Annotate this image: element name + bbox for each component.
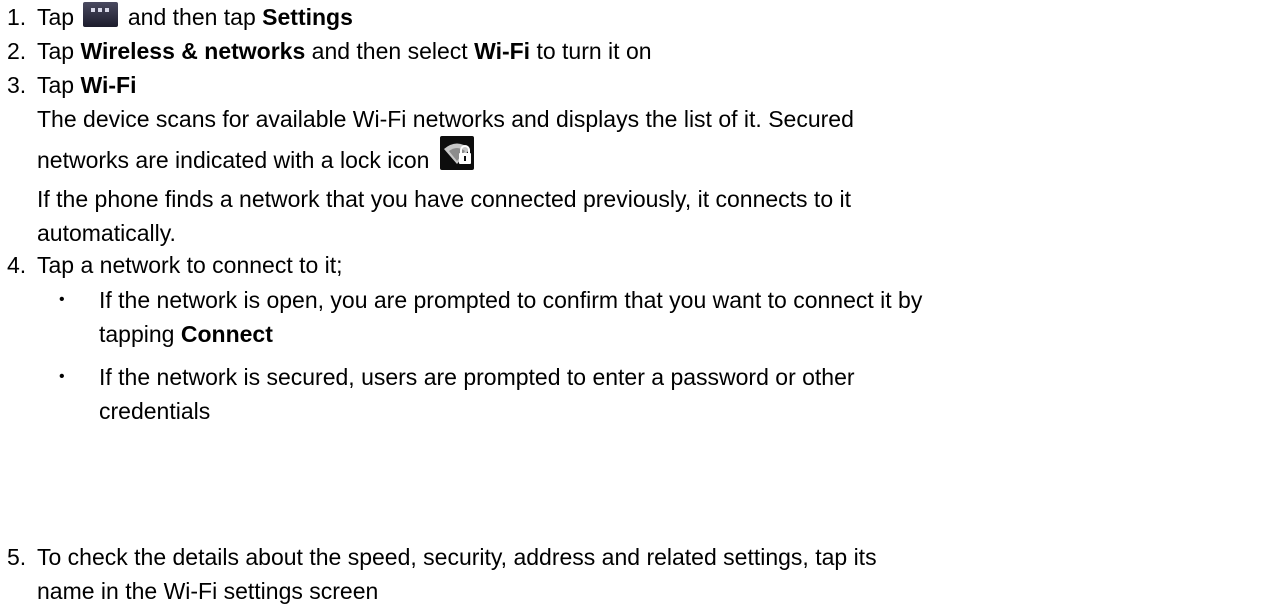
bullet-text: If the network is secured, users are pro… [99,364,855,390]
wifi-label: Wi-Fi [80,72,137,98]
bullet-glyph: • [59,368,65,385]
step-text: and then select [311,38,468,64]
step-4: 4. Tap a network to connect to it; [0,248,349,282]
step-number: 3. [7,72,27,98]
step-3: 3. Tap Wi-Fi The device scans for availa… [0,68,1263,250]
wifi-lock-icon [439,136,474,170]
step-text: to turn it on [536,38,652,64]
step-text: Tap [37,72,75,98]
step-text: Tap [37,4,75,30]
apps-grid-icon [83,2,119,27]
step-description: automatically. [37,220,176,246]
step-text: name in the Wi-Fi settings screen [37,578,379,604]
bullet-text: If the network is open, you are prompted… [99,287,923,313]
bullet-item: • If the network is secured, users are p… [37,360,1253,428]
wireless-networks-label: Wireless & networks [80,38,306,64]
step-2: 2. Tap Wireless & networks and then sele… [0,34,658,68]
step-description: networks are indicated with a lock icon [37,147,430,173]
step-description: If the phone finds a network that you ha… [37,186,852,212]
bullet-item: • If the network is open, you are prompt… [37,283,1253,351]
step-1: 1. Tap and then tap Settings [0,0,359,34]
step-description-lock-line: networks are indicated with a lock icon [37,136,1257,182]
bullet-glyph: • [59,291,65,308]
step-5: 5. To check the details about the speed,… [0,540,1263,608]
step-number: 4. [7,252,27,278]
connect-label: Connect [180,321,273,347]
bullet-text: credentials [99,398,211,424]
settings-label: Settings [262,4,353,30]
step-text: and then tap [127,4,256,30]
step-number: 5. [7,544,27,570]
bullet-text: tapping [99,321,175,347]
wifi-label: Wi-Fi [474,38,531,64]
step-text: Tap [37,38,75,64]
step-text: To check the details about the speed, se… [37,544,877,570]
instruction-document: 1. Tap and then tap Settings 2. Tap Wire… [0,0,1263,616]
step-text: Tap a network to connect to it; [37,252,343,278]
step-description: The device scans for available Wi-Fi net… [37,106,854,132]
step-number: 1. [7,4,27,30]
step-number: 2. [7,38,27,64]
